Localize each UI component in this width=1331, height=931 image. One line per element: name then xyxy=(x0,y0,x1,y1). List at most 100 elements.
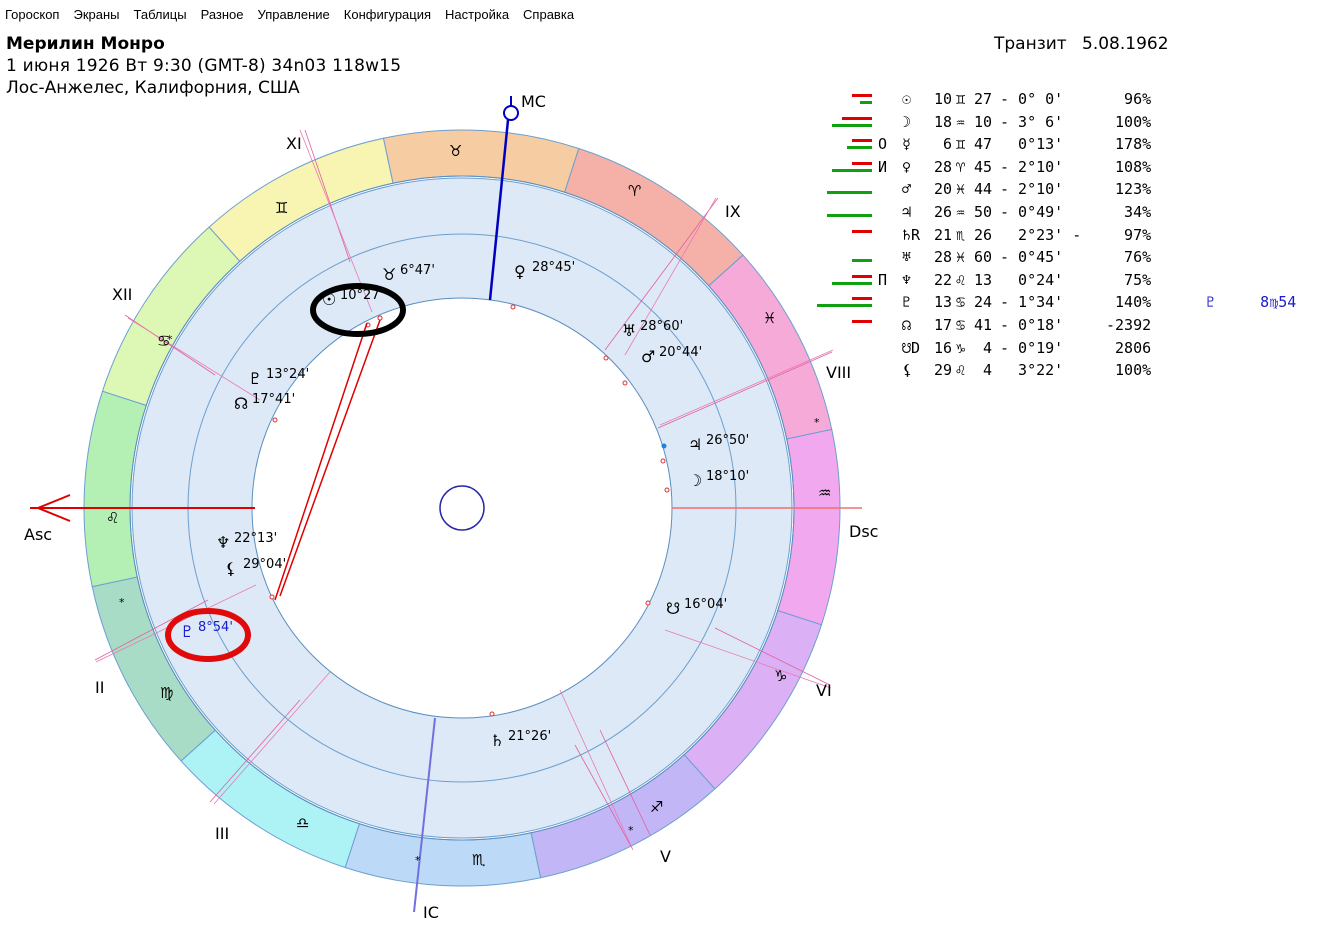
planet-degree-label: 6°47' xyxy=(400,263,435,278)
planet-orb: - 0°19' xyxy=(1000,338,1064,357)
green-bar xyxy=(827,214,872,217)
planet-table-row: ♃ 26 ♒ 50 - 0°49' 34% xyxy=(810,203,1330,225)
planet-dot xyxy=(664,487,670,493)
planet-min: 45 xyxy=(974,157,993,176)
planet-glyph: ♂ xyxy=(902,180,912,199)
planet-min: 24 xyxy=(974,293,993,312)
planet-pct: 96% xyxy=(1106,90,1152,108)
planet-min: 47 xyxy=(974,135,993,154)
planet-orb: - 3° 6' xyxy=(1000,112,1064,131)
planet-glyph: ☽ xyxy=(902,112,912,131)
green-bar xyxy=(832,168,872,172)
zodiac-glyph: ♒ xyxy=(818,484,831,502)
planet-degree-label: 28°60' xyxy=(640,319,683,334)
planet-pct: 76% xyxy=(1106,248,1152,267)
planet-dot xyxy=(510,304,516,310)
planet-sign: ♒ xyxy=(956,203,966,221)
planet-glyph: ♂ xyxy=(641,347,655,366)
planet-dot xyxy=(489,711,495,717)
planet-dot xyxy=(660,458,666,464)
zodiac-star: * xyxy=(167,333,173,346)
planet-glyph: ♇ xyxy=(180,622,194,641)
planet-orb: - 0°18' xyxy=(1000,316,1064,334)
green-bar xyxy=(827,191,872,195)
planet-glyph: ♅ xyxy=(622,321,636,340)
red-bar xyxy=(852,229,872,233)
zodiac-star: * xyxy=(814,416,820,429)
planet-sign: ♊ xyxy=(956,135,966,154)
zodiac-star: * xyxy=(119,596,125,609)
center-circle xyxy=(439,485,485,531)
house-label: II xyxy=(95,678,104,697)
planet-prefix: И xyxy=(878,157,888,176)
planet-glyph: ♃ xyxy=(902,203,912,221)
planet-deg: 26 xyxy=(934,203,953,221)
planet-sign: ♓ xyxy=(956,248,966,267)
planet-table-row: ♅ 28 ♓ 60 - 0°45' 76% xyxy=(810,248,1330,270)
red-bar xyxy=(852,297,872,301)
red-bar xyxy=(852,139,872,143)
planet-glyph: ♆ xyxy=(216,533,230,552)
planet-extra: ♇ 8♍54 xyxy=(1206,293,1297,312)
zodiac-glyph: ♌ xyxy=(106,509,119,527)
planet-degree-label: 20°44' xyxy=(659,345,702,360)
planet-prefix: O xyxy=(878,135,888,154)
planet-table-row: ♇ 13 ♋ 24 - 1°34' 140% ♇ 8♍54 xyxy=(810,293,1330,315)
planet-pct: 100% xyxy=(1106,112,1152,131)
planet-min: 4 xyxy=(974,338,993,357)
planet-sign: ♑ xyxy=(956,338,966,357)
planet-dot xyxy=(622,380,628,386)
planet-table-row: ☉ 10 ♊ 27 - 0° 0' 96% xyxy=(810,90,1330,112)
planet-orb: 2°23' - xyxy=(1000,225,1082,244)
planet-table-row: ☊ 17 ♋ 41 - 0°18' -2392 xyxy=(810,316,1330,338)
planet-sign: ♌ xyxy=(956,270,966,289)
planet-pct: 178% xyxy=(1106,135,1152,154)
planet-degree-label: 8°54' xyxy=(198,620,233,635)
green-bar xyxy=(832,281,872,285)
planet-deg: 28 xyxy=(934,248,953,267)
planet-degree-label: 22°13' xyxy=(234,531,277,546)
zodiac-glyph: ♉ xyxy=(449,142,462,160)
planet-degree-label: 13°24' xyxy=(266,367,309,382)
dsc-label: Dsc xyxy=(849,522,878,541)
ic-label: IC xyxy=(423,903,439,922)
planet-deg: 18 xyxy=(934,112,953,131)
planet-glyph: ⚸ xyxy=(225,559,237,578)
house-label: XI xyxy=(286,134,302,153)
red-bar xyxy=(852,94,872,97)
planet-min: 4 xyxy=(974,361,993,380)
planet-table-row: ⚸ 29 ♌ 4 3°22' 100% xyxy=(810,361,1330,383)
planet-min: 10 xyxy=(974,112,993,131)
planet-orb: - 0° 0' xyxy=(1000,90,1064,108)
planet-glyph: ☽ xyxy=(688,471,702,490)
planet-glyph: ♆ xyxy=(902,270,912,289)
planet-sign: ♓ xyxy=(956,180,966,199)
house-label: III xyxy=(215,824,229,843)
planet-sign: ♒ xyxy=(956,112,966,131)
house-label: XII xyxy=(112,285,132,304)
planet-pct: 97% xyxy=(1106,225,1152,244)
planet-table-row: ☽ 18 ♒ 10 - 3° 6' 100% xyxy=(810,113,1330,135)
house-label: IX xyxy=(725,202,741,221)
planet-sign: ♌ xyxy=(956,361,966,380)
planet-deg: 21 xyxy=(934,225,953,244)
planet-table-row: ♂ 20 ♓ 44 - 2°10' 123% xyxy=(810,180,1330,202)
planet-degree-label: 16°04' xyxy=(684,597,727,612)
mc-marker xyxy=(503,105,519,121)
zodiac-glyph: ♍ xyxy=(160,684,173,702)
green-bar xyxy=(847,146,872,150)
zodiac-glyph: ♊ xyxy=(275,199,288,217)
green-bar xyxy=(860,101,872,104)
planet-deg: 29 xyxy=(934,361,953,380)
planet-glyph: ☉ xyxy=(902,90,912,108)
planet-degree-label: 17°41' xyxy=(252,392,295,407)
planet-pct: 75% xyxy=(1106,270,1152,289)
planet-table-row: O ☿ 6 ♊ 47 0°13' 178% xyxy=(810,135,1330,157)
green-bar xyxy=(852,259,872,263)
planet-table-row: И ♀ 28 ♈ 45 - 2°10' 108% xyxy=(810,158,1330,180)
planet-glyph: ☋D xyxy=(902,338,921,357)
planet-orb: - 2°10' xyxy=(1000,157,1064,176)
planet-deg: 16 xyxy=(934,338,953,357)
planet-min: 13 xyxy=(974,270,993,289)
planet-min: 60 xyxy=(974,248,993,267)
